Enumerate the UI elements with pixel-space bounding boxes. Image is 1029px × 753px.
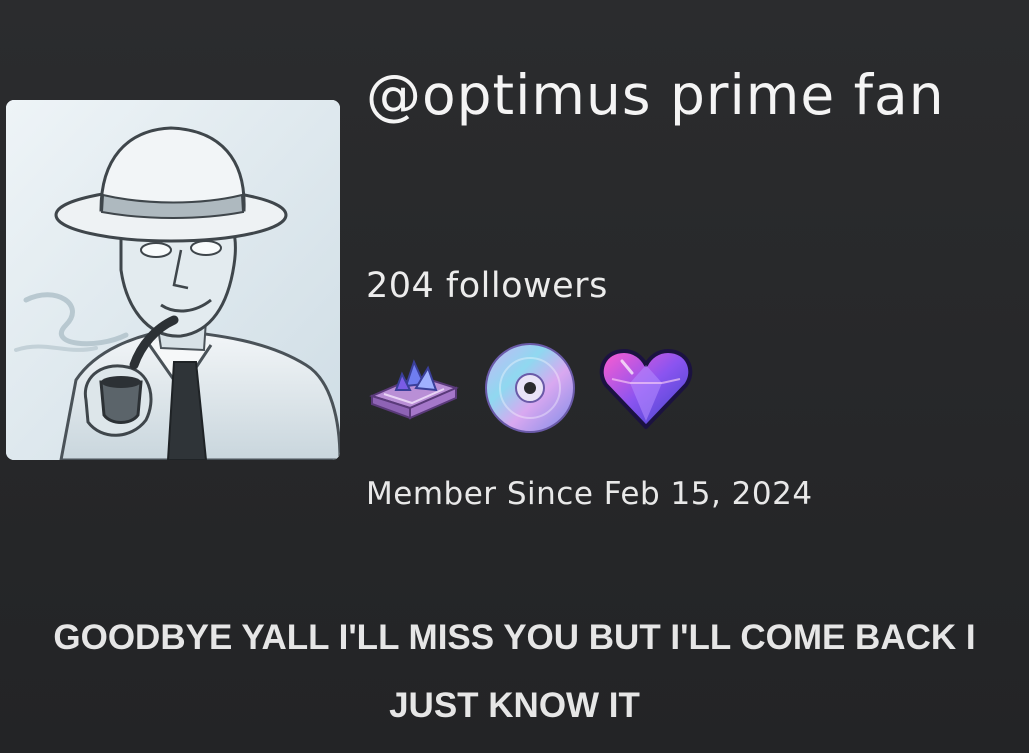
man-with-hat-and-pipe-avatar-icon [6,100,340,460]
member-since-date: Member Since Feb 15, 2024 [366,476,813,512]
profile-card: @optimus prime fan 204 followers Member … [0,0,1029,753]
compact-disc-badge-icon [485,343,575,433]
followers-count[interactable]: 204 followers [366,262,608,310]
badge-gem-heart[interactable] [596,340,696,436]
badge-crystal-book[interactable] [364,340,464,436]
gem-heart-badge-icon [599,349,693,429]
profile-bio: GOODBYE YALL I'LL MISS YOU BUT I'LL COME… [53,618,976,725]
username: @optimus prime fan [366,63,945,127]
badges-row [364,340,696,436]
avatar[interactable] [6,100,340,460]
crystal-book-badge-icon [369,359,459,420]
badge-compact-disc[interactable] [480,340,580,436]
